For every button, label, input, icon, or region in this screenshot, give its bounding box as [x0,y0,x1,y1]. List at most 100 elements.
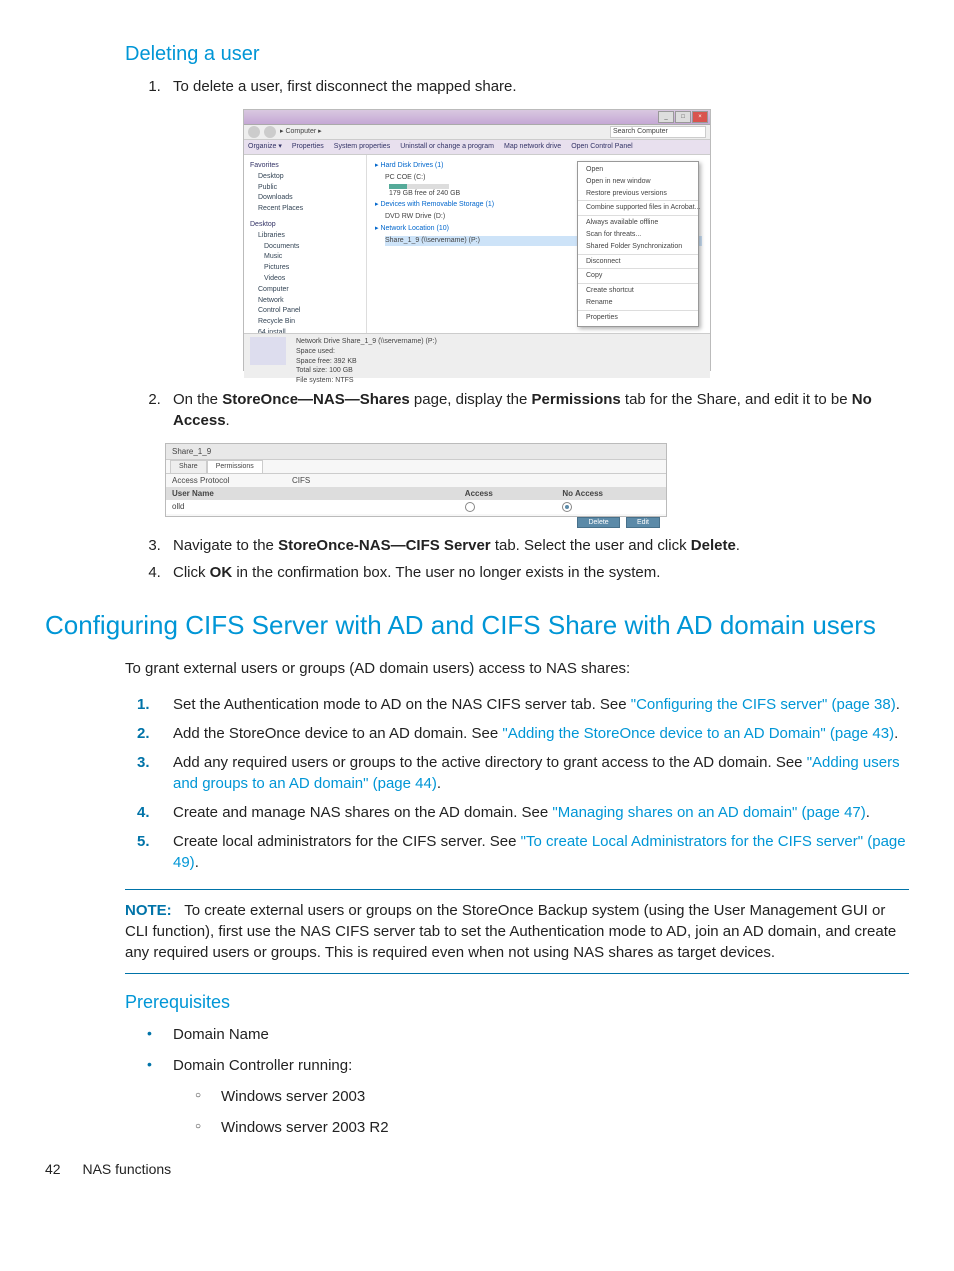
page-number: 42 [45,1161,61,1177]
ctx-open[interactable]: Open [578,164,698,176]
address-bar: ▸ Computer ▸ Search Computer [244,125,710,140]
prereq-win2003r2: Windows server 2003 R2 [213,1117,909,1138]
link-configuring-cifs-server[interactable]: "Configuring the CIFS server" (page 38) [631,696,896,713]
ctx-sync[interactable]: Shared Folder Synchronization [578,241,698,253]
nav-libraries[interactable]: Libraries [258,231,360,241]
nav-install[interactable]: 64 install [258,328,360,333]
th-username: User Name [172,488,465,499]
status-line3: Space free: 392 KB [296,357,437,367]
th-noaccess: No Access [562,488,660,499]
prereq-sublist: Windows server 2003 Windows server 2003 … [173,1086,909,1138]
toolbar: Organize ▾ Properties System properties … [244,140,710,155]
step-2: On the StoreOnce—NAS—Shares page, displa… [165,389,909,431]
nav-back-icon[interactable] [248,126,260,138]
search-input[interactable]: Search Computer [610,126,706,138]
cell-username: olld [172,501,465,512]
ctx-restore[interactable]: Restore previous versions [578,188,698,200]
toolbar-organize[interactable]: Organize ▾ [248,142,282,152]
edit-button[interactable]: Edit [626,517,660,528]
nav-public[interactable]: Public [258,183,360,193]
status-line1: Network Drive Share_1_9 (\\servername) (… [296,337,437,347]
ctx-properties[interactable]: Properties [578,312,698,324]
nav-downloads[interactable]: Downloads [258,193,360,203]
link-adding-ad-domain[interactable]: "Adding the StoreOnce device to an AD Do… [502,725,894,742]
status-line4: Total size: 100 GB [296,366,437,376]
context-menu: Open Open in new window Restore previous… [577,161,699,327]
cell-access[interactable] [465,501,563,512]
screenshot-permissions: Share_1_9 Share Permissions Access Proto… [165,443,667,517]
nav-computer[interactable]: Computer [258,285,360,295]
step-1: To delete a user, first disconnect the m… [165,76,909,97]
value-access-protocol: CIFS [292,475,310,486]
nav-fwd-icon[interactable] [264,126,276,138]
nav-pictures[interactable]: Pictures [264,263,360,273]
toolbar-uninstall[interactable]: Uninstall or change a program [400,142,494,152]
window-buttons: _ □ × [658,111,708,123]
toolbar-properties[interactable]: Properties [292,142,324,152]
row-protocol: Access Protocol CIFS [166,474,666,487]
link-managing-shares[interactable]: "Managing shares on an AD domain" (page … [552,804,865,821]
page-footer: 42 NAS functions [45,1160,909,1180]
cell-noaccess[interactable] [562,501,660,512]
note-text: To create external users or groups on th… [125,902,896,961]
deleting-user-steps: To delete a user, first disconnect the m… [125,76,909,97]
status-line5: File system: NTFS [296,376,437,386]
panel-title: Share_1_9 [166,444,666,460]
nav-recent[interactable]: Recent Places [258,204,360,214]
tab-share[interactable]: Share [170,460,207,473]
nav-network[interactable]: Network [258,296,360,306]
intro-text: To grant external users or groups (AD do… [125,658,909,679]
screenshot-explorer: _ □ × ▸ Computer ▸ Search Computer Organ… [243,109,711,371]
nav-documents[interactable]: Documents [264,242,360,252]
ctx-copy[interactable]: Copy [578,270,698,282]
footer-title: NAS functions [82,1161,171,1177]
perm-table-row[interactable]: olld [166,500,666,513]
ctx-combine[interactable]: Combine supported files in Acrobat... [578,202,698,214]
deleting-user-steps-cont: On the StoreOnce—NAS—Shares page, displa… [125,389,909,431]
ctx-rename[interactable]: Rename [578,297,698,309]
nav-controlpanel[interactable]: Control Panel [258,306,360,316]
window-titlebar: _ □ × [244,110,710,125]
nav-videos[interactable]: Videos [264,274,360,284]
heading-deleting-user: Deleting a user [125,40,909,68]
th-access: Access [465,488,563,499]
status-line2: Space used: [296,347,437,357]
label-access-protocol: Access Protocol [172,475,292,486]
ctx-shortcut[interactable]: Create shortcut [578,285,698,297]
radio-noaccess[interactable] [562,502,572,512]
delete-button[interactable]: Delete [577,517,619,528]
nav-music[interactable]: Music [264,252,360,262]
toolbar-mapdrive[interactable]: Map network drive [504,142,561,152]
ctx-open-new[interactable]: Open in new window [578,176,698,188]
note-label: NOTE: [125,902,172,919]
configuring-steps: Set the Authentication mode to AD on the… [125,694,909,873]
maximize-button[interactable]: □ [675,111,691,123]
cfg-step-5: Create local administrators for the CIFS… [165,831,909,873]
heading-configuring-cifs: Configuring CIFS Server with AD and CIFS… [45,607,909,643]
prereq-win2003: Windows server 2003 [213,1086,909,1107]
nav-recycle[interactable]: Recycle Bin [258,317,360,327]
ctx-offline[interactable]: Always available offline [578,217,698,229]
tab-permissions[interactable]: Permissions [207,460,263,473]
prereq-domain-controller: Domain Controller running: Windows serve… [165,1055,909,1138]
ctx-disconnect[interactable]: Disconnect [578,256,698,268]
nav-desktop[interactable]: Desktop [258,172,360,182]
nav-favorites[interactable]: Favorites [250,161,360,171]
step-4: Click OK in the confirmation box. The us… [165,562,909,583]
deleting-user-steps-cont2: Navigate to the StoreOnce-NAS—CIFS Serve… [125,535,909,583]
breadcrumb[interactable]: ▸ Computer ▸ [280,127,606,137]
close-button[interactable]: × [692,111,708,123]
radio-access[interactable] [465,502,475,512]
nav-desktop-group[interactable]: Desktop [250,220,360,230]
cfg-step-2: Add the StoreOnce device to an AD domain… [165,723,909,744]
toolbar-sysprops[interactable]: System properties [334,142,390,152]
tabs: Share Permissions [166,460,666,474]
drive-c-bar [389,184,449,189]
prereq-domain-name: Domain Name [165,1024,909,1045]
note-block: NOTE: To create external users or groups… [125,889,909,974]
perm-table-header: User Name Access No Access [166,487,666,500]
toolbar-controlpanel[interactable]: Open Control Panel [571,142,632,152]
ctx-scan[interactable]: Scan for threats... [578,229,698,241]
minimize-button[interactable]: _ [658,111,674,123]
cfg-step-3: Add any required users or groups to the … [165,752,909,794]
